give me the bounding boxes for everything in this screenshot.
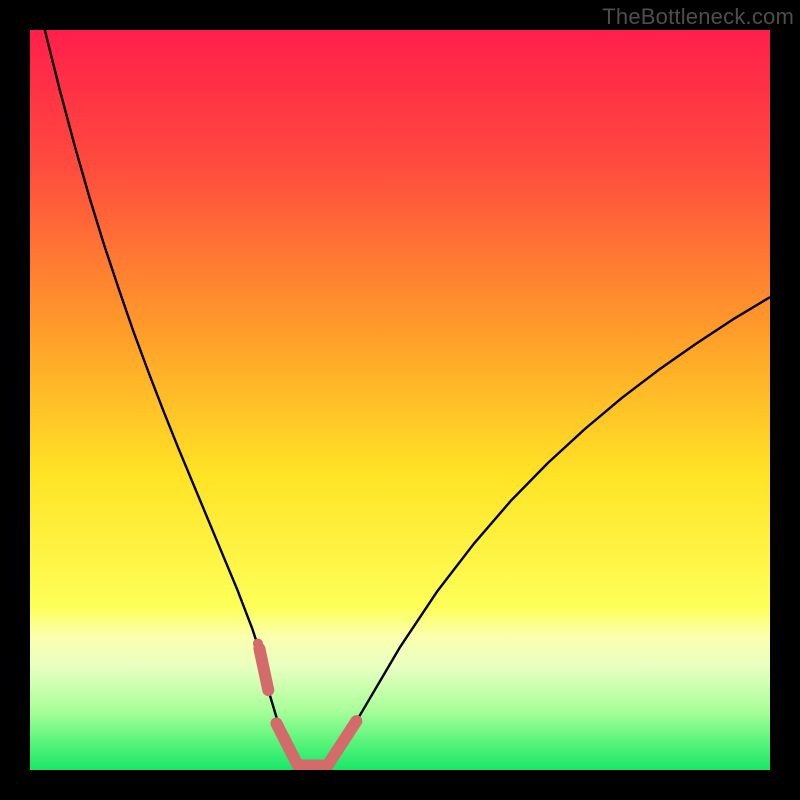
chart-frame xyxy=(30,30,770,770)
gradient-background xyxy=(30,30,770,770)
watermark-text: TheBottleneck.com xyxy=(602,4,794,30)
bottleneck-chart xyxy=(30,30,770,770)
highlight-dot xyxy=(253,638,263,648)
